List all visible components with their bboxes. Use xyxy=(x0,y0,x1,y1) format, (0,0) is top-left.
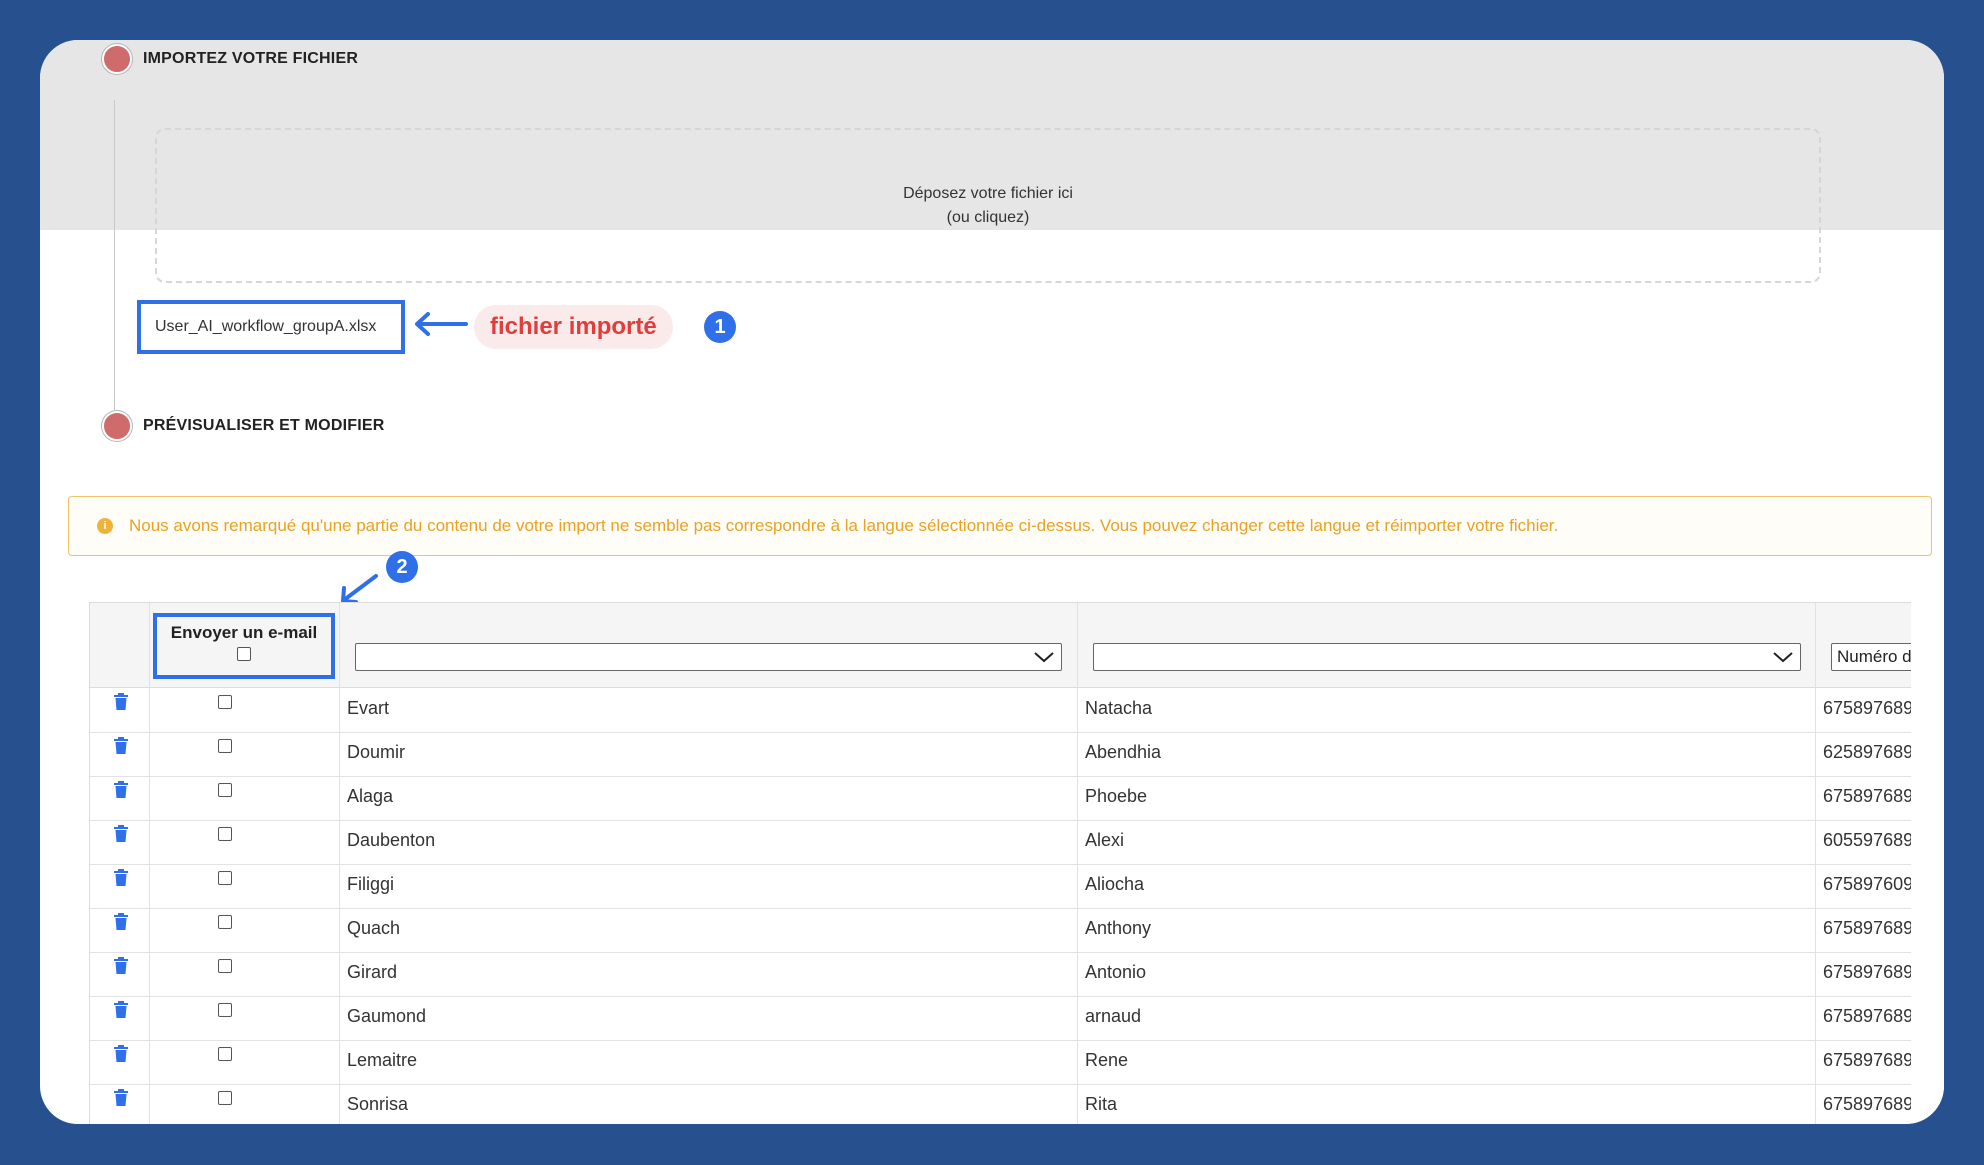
first-name-cell[interactable]: Abendhia xyxy=(1085,742,1161,763)
phone-cell[interactable]: 675897689 xyxy=(1823,1050,1911,1071)
send-email-checkbox[interactable] xyxy=(218,783,232,797)
send-email-checkbox[interactable] xyxy=(218,915,232,929)
first-name-cell[interactable]: Phoebe xyxy=(1085,786,1147,807)
step-indicator-preview xyxy=(102,411,132,441)
step-indicator-import xyxy=(102,44,132,74)
table-row: Girard Antonio 675897689 xyxy=(90,952,1911,997)
phone-cell[interactable]: 675897689 xyxy=(1823,1094,1911,1115)
trash-icon[interactable] xyxy=(113,912,129,932)
table-row: Doumir Abendhia 625897689 xyxy=(90,732,1911,777)
column-mapping-select-4[interactable] xyxy=(1093,643,1801,671)
table-row: Alaga Phoebe 675897689 xyxy=(90,776,1911,821)
last-name-cell[interactable]: Evart xyxy=(347,698,389,719)
send-email-column-header: Envoyer un e-mail xyxy=(153,613,335,679)
table-row: Evart Natacha 675897689 xyxy=(90,688,1911,733)
first-name-cell[interactable]: Alexi xyxy=(1085,830,1124,851)
trash-icon[interactable] xyxy=(113,956,129,976)
file-dropzone[interactable]: Déposez votre fichier ici (ou cliquez) xyxy=(155,128,1821,283)
table-row: Sonrisa Rita 675897689 xyxy=(90,1084,1911,1124)
table-row: Lemaitre Rene 675897689 xyxy=(90,1040,1911,1085)
first-name-cell[interactable]: Rita xyxy=(1085,1094,1117,1115)
table-row: Quach Anthony 675897689 xyxy=(90,908,1911,953)
select-all-email-checkbox[interactable] xyxy=(237,647,251,661)
last-name-cell[interactable]: Lemaitre xyxy=(347,1050,417,1071)
send-email-checkbox[interactable] xyxy=(218,959,232,973)
chevron-down-icon xyxy=(1034,652,1054,663)
trash-icon[interactable] xyxy=(113,692,129,712)
dropzone-text: Déposez votre fichier ici xyxy=(903,185,1073,202)
phone-cell[interactable]: 675897689 xyxy=(1823,962,1911,983)
last-name-cell[interactable]: Quach xyxy=(347,918,400,939)
send-email-checkbox[interactable] xyxy=(218,827,232,841)
table-row: Gaumond arnaud 675897689 xyxy=(90,996,1911,1041)
phone-cell[interactable]: 675897689 xyxy=(1823,918,1911,939)
dropzone-subtext: (ou cliquez) xyxy=(946,209,1030,226)
last-name-cell[interactable]: Sonrisa xyxy=(347,1094,408,1115)
table-header: Envoyer un e-mail Numéro d xyxy=(90,603,1911,688)
phone-cell[interactable]: 605597689 xyxy=(1823,830,1911,851)
send-email-checkbox[interactable] xyxy=(218,1003,232,1017)
last-name-cell[interactable]: Girard xyxy=(347,962,397,983)
trash-icon[interactable] xyxy=(113,1000,129,1020)
column-mapping-select-5[interactable]: Numéro d xyxy=(1831,643,1911,671)
send-email-checkbox[interactable] xyxy=(218,739,232,753)
last-name-cell[interactable]: Alaga xyxy=(347,786,393,807)
info-icon: i xyxy=(97,518,113,534)
arrow-icon xyxy=(415,312,468,336)
first-name-cell[interactable]: arnaud xyxy=(1085,1006,1141,1027)
warning-text: Nous avons remarqué qu'une partie du con… xyxy=(129,516,1559,535)
send-email-checkbox[interactable] xyxy=(218,1091,232,1105)
last-name-cell[interactable]: Gaumond xyxy=(347,1006,426,1027)
annotation-badge-1: 1 xyxy=(704,311,736,343)
send-email-checkbox[interactable] xyxy=(218,695,232,709)
send-email-checkbox[interactable] xyxy=(218,871,232,885)
last-name-cell[interactable]: Doumir xyxy=(347,742,405,763)
imported-file-annotation: fichier importé xyxy=(474,305,673,349)
phone-cell[interactable]: 675897609 xyxy=(1823,874,1911,895)
trash-icon[interactable] xyxy=(113,736,129,756)
trash-icon[interactable] xyxy=(113,780,129,800)
imported-file-name: User_AI_workflow_groupA.xlsx xyxy=(137,300,405,354)
send-email-checkbox[interactable] xyxy=(218,1047,232,1061)
timeline-line xyxy=(114,100,115,410)
annotation-badge-2: 2 xyxy=(386,551,418,583)
chevron-down-icon xyxy=(1773,652,1793,663)
last-name-cell[interactable]: Daubenton xyxy=(347,830,435,851)
preview-table: Envoyer un e-mail Numéro d Evart Natacha 6… xyxy=(89,602,1911,1124)
phone-cell[interactable]: 675897689 xyxy=(1823,786,1911,807)
step-title-import: IMPORTEZ VOTRE FICHIER xyxy=(143,50,359,67)
phone-cell[interactable]: 675897689 xyxy=(1823,1006,1911,1027)
table-row: Daubenton Alexi 605597689 xyxy=(90,820,1911,865)
trash-icon[interactable] xyxy=(113,1088,129,1108)
table-row: Filiggi Aliocha 675897609 xyxy=(90,864,1911,909)
column-mapping-select-3[interactable] xyxy=(355,643,1062,671)
trash-icon[interactable] xyxy=(113,868,129,888)
phone-cell[interactable]: 675897689 xyxy=(1823,698,1911,719)
last-name-cell[interactable]: Filiggi xyxy=(347,874,394,895)
first-name-cell[interactable]: Rene xyxy=(1085,1050,1128,1071)
trash-icon[interactable] xyxy=(113,824,129,844)
first-name-cell[interactable]: Anthony xyxy=(1085,918,1151,939)
first-name-cell[interactable]: Antonio xyxy=(1085,962,1146,983)
first-name-cell[interactable]: Aliocha xyxy=(1085,874,1144,895)
first-name-cell[interactable]: Natacha xyxy=(1085,698,1152,719)
language-warning-banner: i Nous avons remarqué qu'une partie du c… xyxy=(68,496,1932,556)
send-email-header-label: Envoyer un e-mail xyxy=(170,623,318,642)
phone-cell[interactable]: 625897689 xyxy=(1823,742,1911,763)
step-title-preview: PRÉVISUALISER ET MODIFIER xyxy=(143,417,385,434)
trash-icon[interactable] xyxy=(113,1044,129,1064)
import-card: IMPORTEZ VOTRE FICHIER Déposez votre fic… xyxy=(40,40,1944,1124)
select-value: Numéro d xyxy=(1837,647,1911,666)
